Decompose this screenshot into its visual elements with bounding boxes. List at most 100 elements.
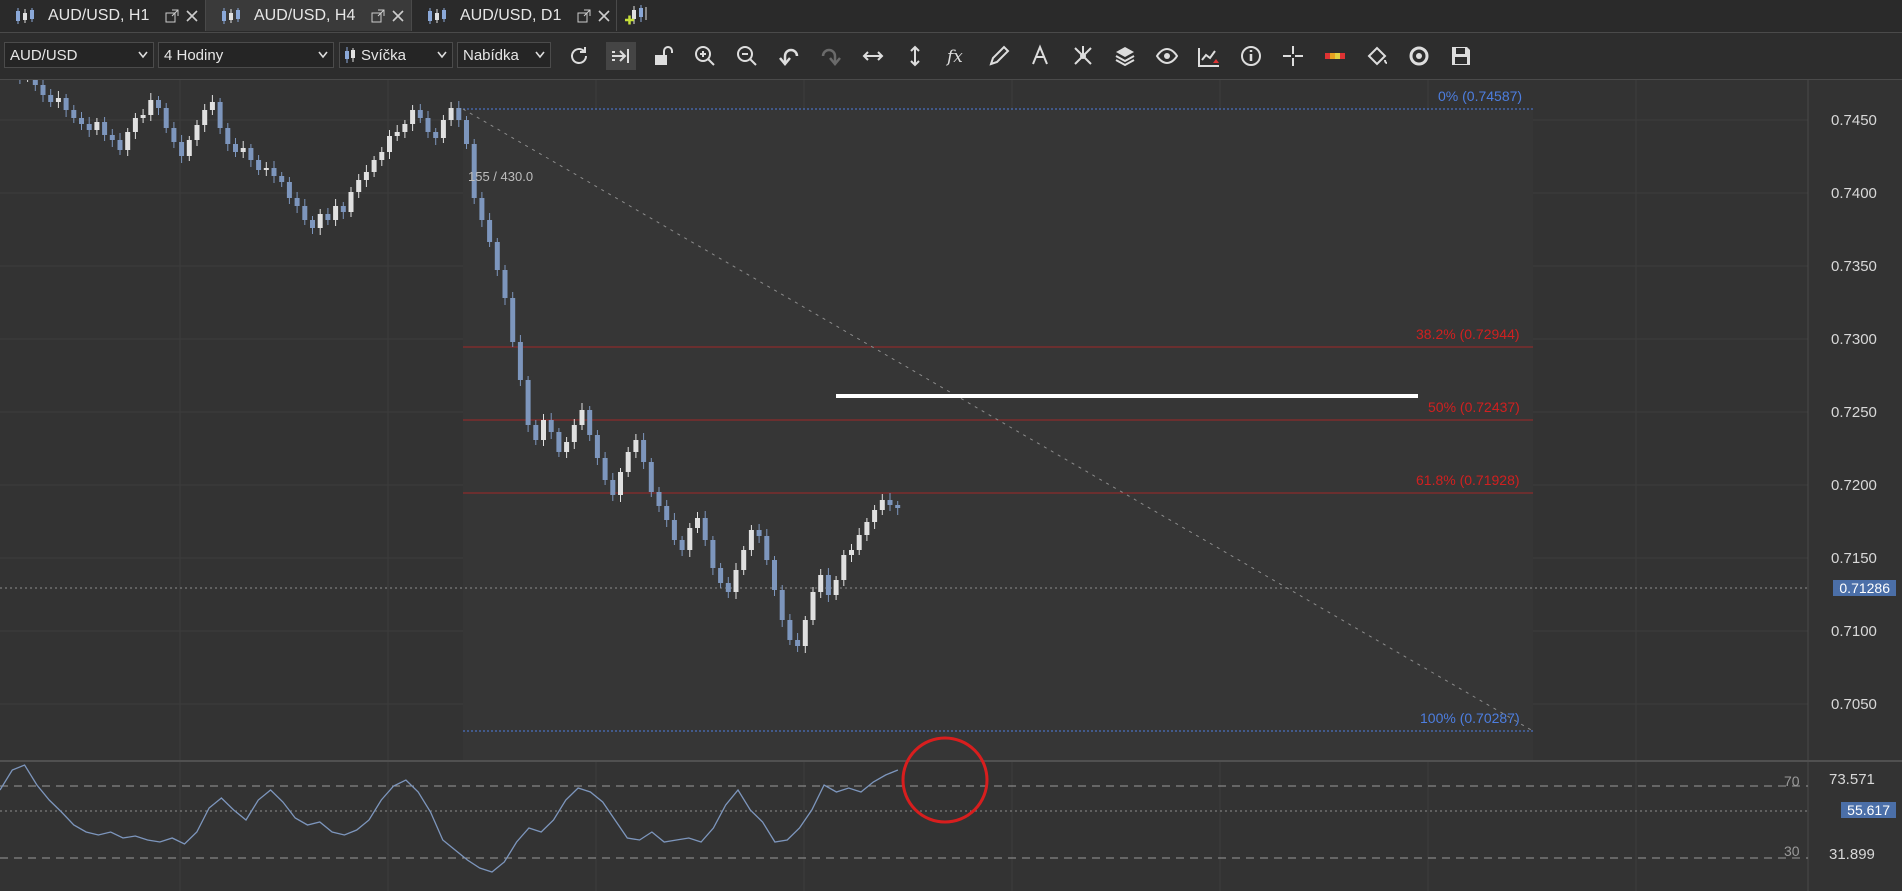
function-icon: fx	[945, 47, 963, 67]
save-icon	[1452, 47, 1470, 65]
popout-icon[interactable]	[577, 9, 591, 23]
candle-body	[55, 98, 61, 102]
price-side-value: Nabídka	[463, 46, 519, 64]
popout-icon[interactable]	[165, 9, 179, 23]
candle-body	[602, 458, 608, 480]
refresh-button[interactable]	[564, 42, 594, 70]
candle-body	[417, 110, 423, 118]
candle-body	[433, 132, 439, 138]
price-axis-label: 0.7250	[1831, 404, 1877, 421]
layers-button[interactable]	[1110, 42, 1140, 70]
candle-body	[664, 506, 670, 520]
ruler-ratio-label: 155 / 430.0	[468, 169, 534, 184]
candle-body	[533, 425, 539, 440]
candle-body	[641, 440, 647, 462]
zoom-out-button[interactable]	[732, 42, 762, 70]
candle-body	[648, 462, 654, 492]
info-button[interactable]	[1236, 42, 1266, 70]
candle-body	[86, 124, 92, 130]
candle-body	[494, 242, 500, 270]
symbol-value: AUD/USD	[10, 46, 78, 64]
unlock-icon	[655, 46, 673, 65]
candle-body	[48, 95, 54, 102]
candle-body	[294, 198, 300, 206]
pencil-icon	[989, 45, 1010, 66]
eye-button[interactable]	[1152, 42, 1182, 70]
candlestick-icon	[16, 7, 34, 24]
tab-audusd-h1[interactable]: AUD/USD, H1	[0, 0, 206, 31]
network-button[interactable]	[1068, 42, 1098, 70]
fib-label-50: 50% (0.72437)	[1428, 399, 1520, 415]
indicator-icon	[1198, 48, 1219, 67]
chart-area[interactable]: 155 / 430.0 0% (0.74587) 38.2% (0.72944)…	[0, 80, 1902, 891]
price-axis-label: 0.7400	[1831, 185, 1877, 202]
undo-button[interactable]	[774, 42, 804, 70]
candle-body	[818, 575, 824, 592]
candle-body	[125, 132, 131, 150]
candle-body	[833, 580, 839, 595]
candle-body	[795, 640, 801, 646]
candle-body	[40, 85, 46, 95]
vertical-resize-button[interactable]	[900, 42, 930, 70]
candle-body	[32, 80, 38, 85]
save-button[interactable]	[1446, 42, 1476, 70]
chevron-down-icon	[318, 51, 328, 59]
chart-type-select[interactable]: Svíčka	[339, 42, 453, 68]
candle-body	[217, 102, 223, 128]
candle-body	[772, 560, 777, 590]
candle-body	[156, 100, 161, 108]
candle-body	[587, 410, 593, 435]
auto-scroll-button[interactable]	[606, 42, 636, 70]
tab-audusd-d1[interactable]: AUD/USD, D1	[412, 0, 617, 31]
candle-body	[302, 206, 308, 220]
close-icon[interactable]	[597, 9, 611, 23]
candle-body	[387, 136, 392, 152]
candle-body	[571, 425, 577, 442]
layers-icon	[1115, 47, 1135, 67]
candle-body	[764, 536, 770, 560]
current-price-box: 0.71286	[1833, 580, 1896, 596]
timeframe-select[interactable]: 4 Hodiny	[158, 42, 334, 68]
candle-body	[340, 206, 346, 212]
candle-body	[132, 118, 138, 132]
info-icon	[1241, 46, 1261, 66]
candle-body	[879, 500, 885, 510]
candle-body	[363, 172, 369, 180]
indicator-button[interactable]	[1194, 42, 1224, 70]
add-chart-button[interactable]	[624, 4, 650, 28]
candle-body	[286, 182, 292, 198]
horizontal-resize-button[interactable]	[858, 42, 888, 70]
candle-body	[895, 505, 901, 508]
candle-body	[394, 132, 400, 136]
candle-body	[317, 214, 323, 228]
candle-body	[171, 128, 177, 142]
close-icon[interactable]	[185, 9, 199, 23]
fill-button[interactable]	[1362, 42, 1392, 70]
pencil-button[interactable]	[984, 42, 1014, 70]
popout-icon[interactable]	[371, 9, 385, 23]
candle-body	[825, 575, 831, 595]
zoom-in-button[interactable]	[690, 42, 720, 70]
color-palette-button[interactable]	[1320, 42, 1350, 70]
symbol-select[interactable]: AUD/USD	[4, 42, 154, 68]
candle-body	[633, 440, 639, 452]
candle-body	[186, 140, 192, 156]
price-axis-label: 0.7350	[1831, 258, 1877, 275]
function-button[interactable]: fx	[942, 42, 972, 70]
candle-body	[579, 410, 585, 425]
redo-button[interactable]	[816, 42, 846, 70]
unlock-button[interactable]	[648, 42, 678, 70]
candle-body	[456, 108, 462, 120]
text-button[interactable]	[1026, 42, 1056, 70]
candlestick-icon	[345, 47, 355, 63]
crosshair-button[interactable]	[1278, 42, 1308, 70]
close-icon[interactable]	[391, 9, 405, 23]
candle-body	[63, 98, 69, 110]
price-axis-label: 0.7300	[1831, 331, 1877, 348]
redo-icon	[821, 48, 841, 66]
toolbar: AUD/USD 4 Hodiny Svíčka Nabídka fx	[0, 33, 1902, 80]
price-side-select[interactable]: Nabídka	[457, 42, 551, 68]
tab-audusd-h4[interactable]: AUD/USD, H4	[206, 0, 412, 31]
fill-icon	[1367, 46, 1388, 66]
settings-button[interactable]	[1404, 42, 1434, 70]
